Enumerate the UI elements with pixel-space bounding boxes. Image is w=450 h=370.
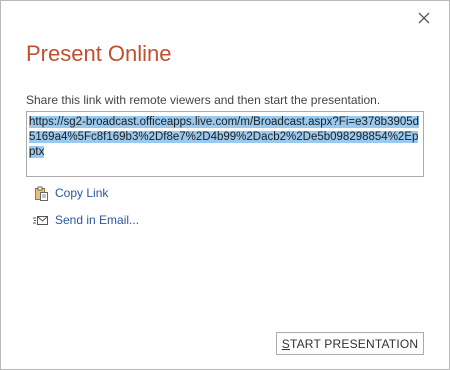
- dialog-title: Present Online: [26, 41, 172, 66]
- start-button-label: TART PRESENTATION: [289, 336, 419, 351]
- present-online-dialog: Present Online Share this link with remo…: [0, 0, 450, 370]
- send-in-email-button[interactable]: Send in Email...: [33, 212, 139, 228]
- copy-link-button[interactable]: Copy Link: [33, 185, 108, 201]
- send-in-email-label[interactable]: Send in Email...: [55, 213, 139, 227]
- email-icon: [33, 216, 48, 225]
- close-icon: [418, 12, 430, 24]
- start-button-mnemonic: S: [281, 336, 290, 351]
- close-button[interactable]: [413, 7, 435, 29]
- link-text[interactable]: https://sg2-broadcast.officeapps.live.co…: [29, 116, 420, 158]
- start-presentation-button[interactable]: S TART PRESENTATION: [276, 332, 424, 355]
- copy-link-label[interactable]: Copy Link: [55, 186, 108, 200]
- clipboard-icon: [35, 186, 48, 201]
- instruction-text: Share this link with remote viewers and …: [26, 93, 381, 107]
- link-textbox[interactable]: https://sg2-broadcast.officeapps.live.co…: [26, 111, 424, 177]
